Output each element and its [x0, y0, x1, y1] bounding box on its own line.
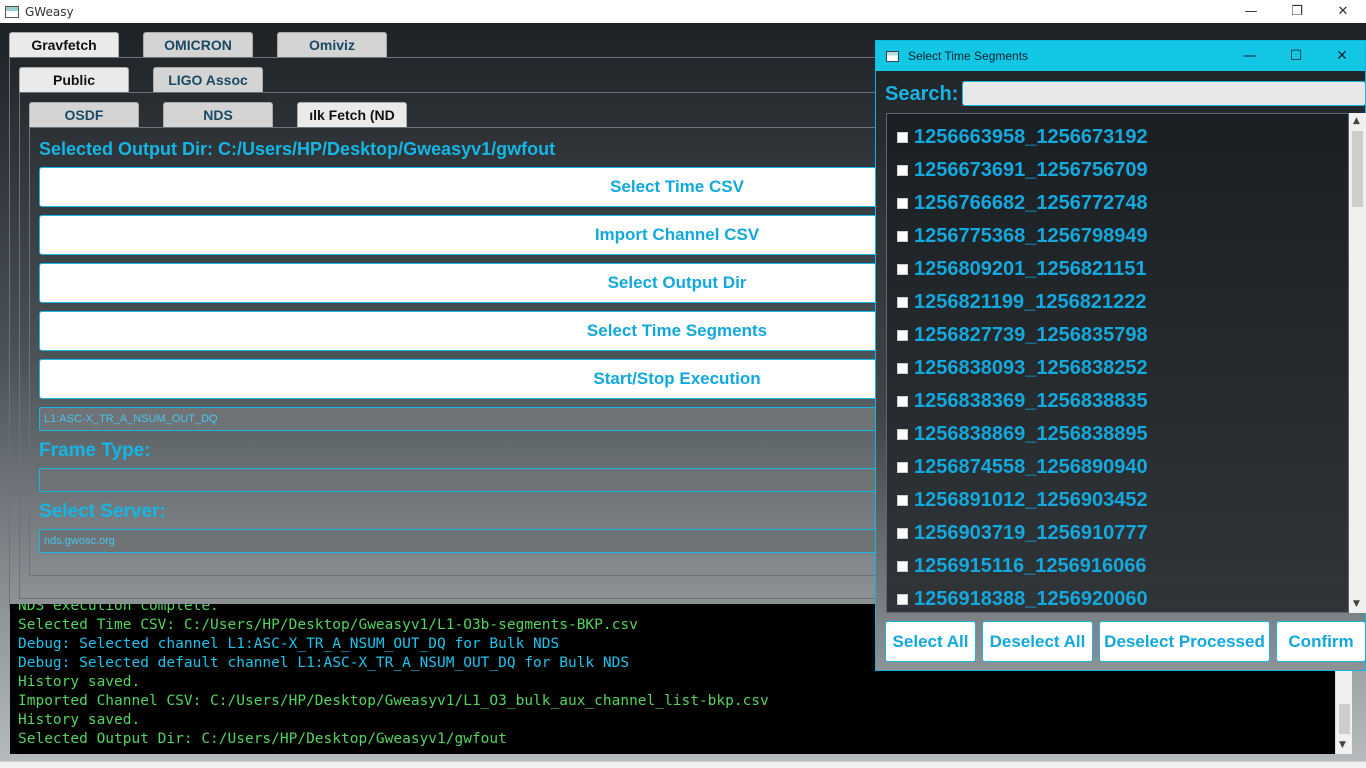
select-server-label: Select Server: — [39, 501, 166, 522]
segment-label: 1256891012_1256903452 — [914, 488, 1148, 511]
segment-label: 1256918388_1256920060 — [914, 587, 1148, 610]
window-title: GWeasy — [25, 4, 74, 19]
dialog-controls: — ☐ ✕ — [1227, 41, 1365, 71]
app-icon — [5, 5, 19, 18]
segment-label: 1256838369_1256838835 — [914, 389, 1148, 412]
segment-item[interactable]: 1256838369_1256838835 — [897, 389, 1148, 413]
segment-label: 1256838093_1256838252 — [914, 356, 1148, 379]
segment-list-scrollbar[interactable]: ▲ ▼ — [1349, 113, 1366, 613]
segment-checkbox[interactable] — [897, 296, 908, 308]
confirm-button[interactable]: Confirm — [1276, 621, 1366, 662]
main-titlebar: GWeasy — ❐ ✕ — [0, 0, 1366, 23]
segment-label: 1256915116_1256916066 — [914, 554, 1147, 577]
app-root: GWeasy — ❐ ✕ Gravfetch OMICRON Omiviz Pu… — [0, 0, 1366, 768]
tab-public[interactable]: Public — [19, 67, 129, 92]
segment-checkbox[interactable] — [897, 560, 908, 572]
status-strip — [0, 761, 1366, 768]
dialog-maximize-button[interactable]: ☐ — [1273, 41, 1319, 71]
tab-ligo-assoc[interactable]: LIGO Assoc — [153, 67, 263, 92]
segment-item[interactable]: 1256891012_1256903452 — [897, 488, 1148, 512]
segment-item[interactable]: 1256821199_1256821222 — [897, 290, 1146, 314]
frame-type-label: Frame Type: — [39, 440, 151, 461]
tab-omiviz[interactable]: Omiviz — [277, 32, 387, 57]
deselect-processed-button[interactable]: Deselect Processed — [1099, 621, 1270, 662]
scroll-thumb[interactable] — [1352, 131, 1363, 207]
segment-checkbox[interactable] — [897, 362, 908, 374]
segment-item[interactable]: 1256663958_1256673192 — [897, 125, 1148, 149]
tab-gravfetch[interactable]: Gravfetch — [9, 32, 119, 57]
scroll-down-icon[interactable]: ▼ — [1339, 740, 1346, 750]
segment-label: 1256775368_1256798949 — [914, 224, 1148, 247]
deselect-all-button[interactable]: Deselect All — [982, 621, 1093, 662]
segment-checkbox[interactable] — [897, 164, 908, 176]
scroll-up-icon[interactable]: ▲ — [1353, 116, 1360, 126]
segment-label: 1256673691_1256756709 — [914, 158, 1148, 181]
segment-checkbox[interactable] — [897, 329, 908, 341]
segment-item[interactable]: 1256918388_1256920060 — [897, 587, 1148, 611]
console-line: NDS execution complete. — [18, 604, 219, 614]
tab-omicron[interactable]: OMICRON — [143, 32, 253, 57]
segment-label: 1256903719_1256910777 — [914, 521, 1148, 544]
console-line: History saved. — [18, 712, 141, 728]
segment-label: 1256838869_1256838895 — [914, 422, 1148, 445]
output-dir-label: Selected Output Dir: C:/Users/HP/Desktop… — [39, 139, 556, 159]
select-all-button[interactable]: Select All — [885, 621, 976, 662]
scroll-thumb[interactable] — [1339, 704, 1350, 734]
segment-checkbox[interactable] — [897, 527, 908, 539]
segment-label: 1256874558_1256890940 — [914, 455, 1148, 478]
segment-checkbox[interactable] — [897, 494, 908, 506]
segment-checkbox[interactable] — [897, 395, 908, 407]
segment-checkbox[interactable] — [897, 593, 908, 605]
segment-label: 1256827739_1256835798 — [914, 323, 1148, 346]
segment-label: 1256821199_1256821222 — [914, 290, 1147, 313]
console-line: Debug: Selected channel L1:ASC-X_TR_A_NS… — [18, 636, 560, 652]
segment-label: 1256766682_1256772748 — [914, 191, 1148, 214]
segment-item[interactable]: 1256766682_1256772748 — [897, 191, 1148, 215]
segment-checkbox[interactable] — [897, 461, 908, 473]
dialog-titlebar: Select Time Segments — ☐ ✕ — [876, 41, 1365, 71]
segment-item[interactable]: 1256874558_1256890940 — [897, 455, 1148, 479]
segment-label: 1256809201_1256821151 — [914, 257, 1147, 280]
segment-item[interactable]: 1256838869_1256838895 — [897, 422, 1148, 446]
time-segments-dialog: Select Time Segments — ☐ ✕ Search: 12566… — [875, 40, 1366, 671]
console-line: Selected Time CSV: C:/Users/HP/Desktop/G… — [18, 617, 638, 633]
window-controls: — ❐ ✕ — [1228, 0, 1366, 23]
minimize-button[interactable]: — — [1228, 0, 1274, 23]
dialog-app-icon — [886, 50, 899, 62]
search-label: Search: — [885, 83, 959, 105]
segment-list: 1256663958_1256673192 1256673691_1256756… — [886, 113, 1349, 613]
segment-item[interactable]: 1256915116_1256916066 — [897, 554, 1146, 578]
segment-checkbox[interactable] — [897, 428, 908, 440]
segment-item[interactable]: 1256809201_1256821151 — [897, 257, 1146, 281]
scroll-down-icon[interactable]: ▼ — [1353, 599, 1360, 609]
segment-item[interactable]: 1256903719_1256910777 — [897, 521, 1148, 545]
segment-checkbox[interactable] — [897, 131, 908, 143]
console-line: Imported Channel CSV: C:/Users/HP/Deskto… — [18, 693, 769, 709]
dialog-minimize-button[interactable]: — — [1227, 41, 1273, 71]
segment-checkbox[interactable] — [897, 263, 908, 275]
dialog-close-button[interactable]: ✕ — [1319, 41, 1365, 71]
console-line: Debug: Selected default channel L1:ASC-X… — [18, 655, 630, 671]
close-button[interactable]: ✕ — [1320, 0, 1366, 23]
segment-item[interactable]: 1256775368_1256798949 — [897, 224, 1148, 248]
console-line: Selected Output Dir: C:/Users/HP/Desktop… — [18, 731, 507, 747]
tab-nds[interactable]: NDS — [163, 102, 273, 127]
segment-checkbox[interactable] — [897, 230, 908, 242]
segment-item[interactable]: 1256827739_1256835798 — [897, 323, 1148, 347]
console-line: History saved. — [18, 674, 141, 690]
segment-checkbox[interactable] — [897, 197, 908, 209]
search-input[interactable] — [962, 81, 1366, 106]
tab-bulk-fetch-nds[interactable]: ılk Fetch (ND — [297, 102, 407, 127]
segment-label: 1256663958_1256673192 — [914, 125, 1148, 148]
tab-osdf[interactable]: OSDF — [29, 102, 139, 127]
restore-button[interactable]: ❐ — [1274, 0, 1320, 23]
segment-item[interactable]: 1256673691_1256756709 — [897, 158, 1148, 182]
dialog-title: Select Time Segments — [908, 49, 1029, 63]
segment-item[interactable]: 1256838093_1256838252 — [897, 356, 1148, 380]
